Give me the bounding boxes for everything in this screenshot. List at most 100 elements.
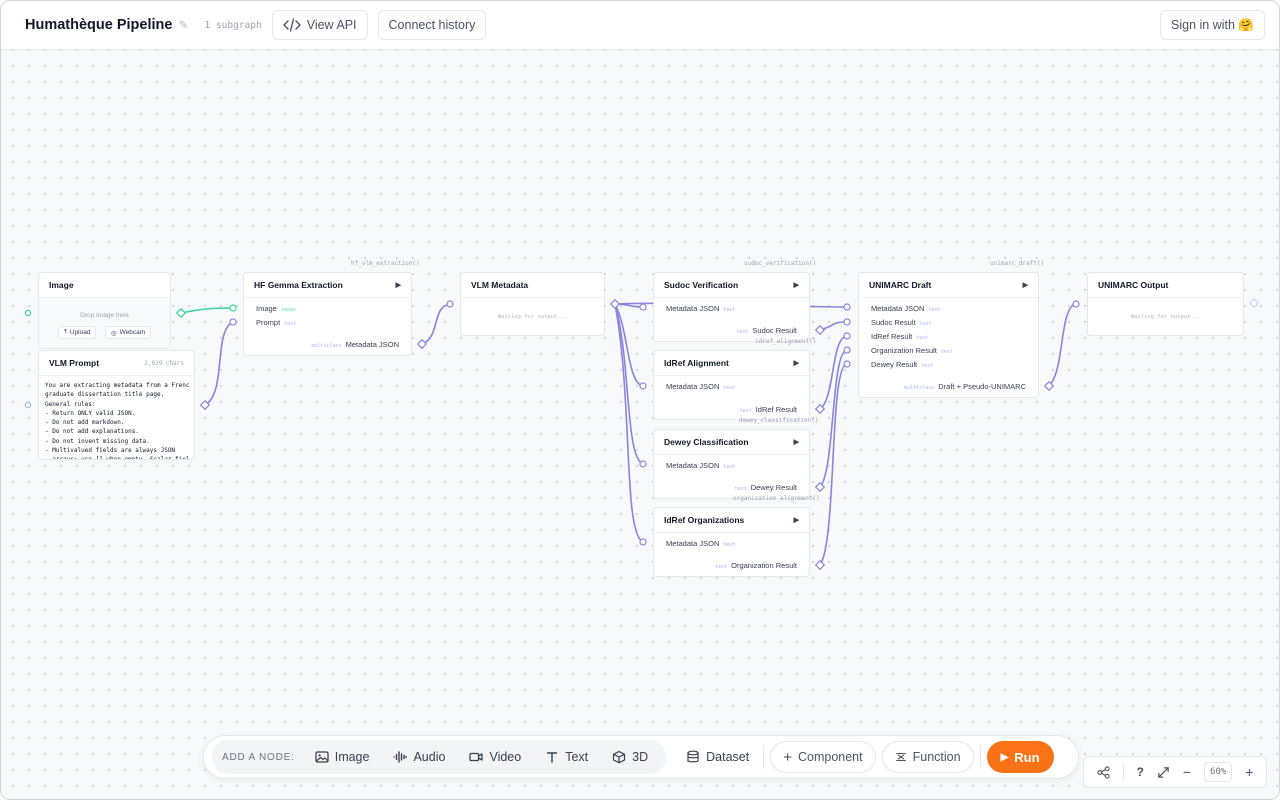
add-audio-button[interactable]: Audio [385, 750, 453, 764]
connect-history-label: Connect history [388, 18, 476, 32]
waiting-text: Waiting for output... [497, 314, 568, 320]
port-type: text [723, 542, 736, 548]
input-port: Metadata JSON text [666, 304, 735, 313]
node-header[interactable]: IdRef Alignment ▶ [654, 351, 809, 376]
port-type: multiclass [904, 385, 935, 391]
node-header[interactable]: UNIMARC Draft ▶ [859, 273, 1038, 298]
upload-button[interactable]: ⤒ Upload [58, 326, 97, 339]
dewey-classification-node[interactable]: Dewey Classification ▶ Metadata JSON text… [653, 429, 810, 499]
add-3d-button[interactable]: 3D [604, 750, 656, 764]
input-port: Sudoc Result text [871, 318, 932, 327]
image-drop-zone[interactable]: Drop Image here ⤒ Upload ◎ Webcam [39, 298, 170, 348]
port-type: text [715, 564, 728, 570]
webcam-button[interactable]: ◎ Webcam [105, 326, 152, 339]
port-label: IdRef Result [755, 405, 797, 414]
canvas-controls: ? − 60% + [1083, 756, 1267, 788]
cube-icon [613, 750, 626, 764]
add-text-button[interactable]: Text [537, 750, 596, 764]
zoom-out-icon[interactable]: − [1183, 764, 1191, 780]
idref-organizations-node[interactable]: IdRef Organizations ▶ Metadata JSON text … [653, 507, 810, 577]
zoom-in-icon[interactable]: + [1245, 764, 1253, 780]
node-header[interactable]: Sudoc Verification ▶ [654, 273, 809, 298]
prompt-textarea[interactable]: You are extracting metadata from a Frenc… [45, 381, 190, 459]
play-icon[interactable]: ▶ [396, 281, 401, 289]
port-type: image [280, 307, 296, 313]
node-header[interactable]: IdRef Organizations ▶ [654, 508, 809, 533]
input-port: Organization Result text [871, 346, 953, 355]
node-title: HF Gemma Extraction [254, 280, 343, 290]
play-icon[interactable]: ▶ [794, 438, 799, 446]
play-icon[interactable]: ▶ [794, 359, 799, 367]
unimarc-draft-node[interactable]: UNIMARC Draft ▶ Metadata JSON text Sudoc … [858, 272, 1039, 398]
view-api-button[interactable]: View API [271, 10, 368, 40]
connect-history-button[interactable]: Connect history [377, 10, 487, 40]
node-header[interactable]: HF Gemma Extraction ▶ [244, 273, 411, 298]
output-port: text Organization Result [711, 561, 797, 570]
camera-icon: ◎ [111, 329, 117, 337]
webcam-label: Webcam [119, 329, 146, 336]
sign-in-button[interactable]: Sign in with 🤗 [1160, 10, 1265, 40]
upload-label: Upload [69, 329, 91, 336]
idref-alignment-node[interactable]: IdRef Alignment ▶ Metadata JSON text text… [653, 350, 810, 420]
node-header[interactable]: VLM Metadata [461, 273, 604, 298]
port-type: text [916, 335, 929, 341]
add-image-button[interactable]: Image [307, 750, 378, 764]
hf-gemma-node[interactable]: HF Gemma Extraction ▶ Image image Prompt t… [243, 272, 412, 356]
image-node[interactable]: Image Drop Image here ⤒ Upload ◎ Webcam [38, 272, 171, 349]
function-name: unimarc_draft() [990, 260, 1045, 267]
output-port: text Dewey Result [731, 483, 797, 492]
node-header[interactable]: VLM Prompt 2,029 chars [39, 351, 194, 376]
node-title: VLM Prompt [49, 358, 100, 368]
port-label: Prompt [256, 318, 281, 327]
port-label: Image [256, 304, 277, 313]
function-icon [895, 753, 906, 761]
node-header[interactable]: Dewey Classification ▶ [654, 430, 809, 455]
port-type: text [739, 408, 752, 414]
function-name: hf_vlm_extraction() [351, 260, 420, 267]
port-label: IdRef Result [871, 332, 913, 341]
add-function-button[interactable]: Function [881, 741, 974, 773]
vlm-prompt-node[interactable]: VLM Prompt 2,029 chars You are extractin… [38, 350, 195, 460]
add-dataset-button[interactable]: Dataset [678, 750, 757, 764]
port-type: text [928, 307, 941, 313]
image-label: Image [334, 750, 370, 764]
play-icon[interactable]: ▶ [1023, 281, 1028, 289]
port-type: text [736, 329, 749, 335]
function-name: sudoc_verification() [744, 260, 817, 267]
add-video-button[interactable]: Video [461, 750, 529, 764]
fullscreen-icon[interactable] [1157, 766, 1170, 779]
sign-in-label: Sign in with 🤗 [1171, 17, 1254, 32]
output-port: text Sudoc Result [732, 326, 797, 335]
port-type: text [284, 321, 297, 327]
play-icon[interactable]: ▶ [794, 281, 799, 289]
drop-text: Drop Image here [80, 312, 129, 319]
node-header[interactable]: UNIMARC Output [1088, 273, 1243, 298]
plus-icon: + [783, 748, 792, 766]
sudoc-verification-node[interactable]: Sudoc Verification ▶ Metadata JSON text t… [653, 272, 810, 342]
upload-icon: ⤒ [64, 328, 67, 336]
divider [763, 745, 765, 769]
vlm-metadata-node[interactable]: VLM Metadata Waiting for output... [460, 272, 605, 336]
graph-layout-icon[interactable] [1096, 765, 1110, 779]
play-icon[interactable]: ▶ [794, 516, 799, 524]
node-header[interactable]: Image [39, 273, 170, 298]
run-button[interactable]: ▶ Run [986, 741, 1054, 773]
video-icon [469, 752, 484, 762]
port-label: Metadata JSON [666, 304, 720, 313]
port-label: Metadata JSON [666, 539, 720, 548]
input-port: Metadata JSON text [666, 539, 735, 548]
video-label: Video [489, 750, 522, 764]
database-icon [687, 750, 699, 763]
node-title: UNIMARC Output [1098, 280, 1169, 290]
unimarc-output-node[interactable]: UNIMARC Output Waiting for output... [1087, 272, 1244, 336]
port-type: text [921, 363, 934, 369]
help-button[interactable]: ? [1137, 765, 1144, 779]
divider [1122, 763, 1124, 781]
node-title: Sudoc Verification [664, 280, 739, 290]
port-label: Organization Result [871, 346, 937, 355]
add-component-button[interactable]: + Component [770, 741, 876, 773]
pencil-icon[interactable]: ✎ [178, 18, 188, 32]
port-label: Dewey Result [871, 360, 918, 369]
input-port: Metadata JSON text [666, 382, 735, 391]
zoom-level[interactable]: 60% [1204, 762, 1233, 782]
